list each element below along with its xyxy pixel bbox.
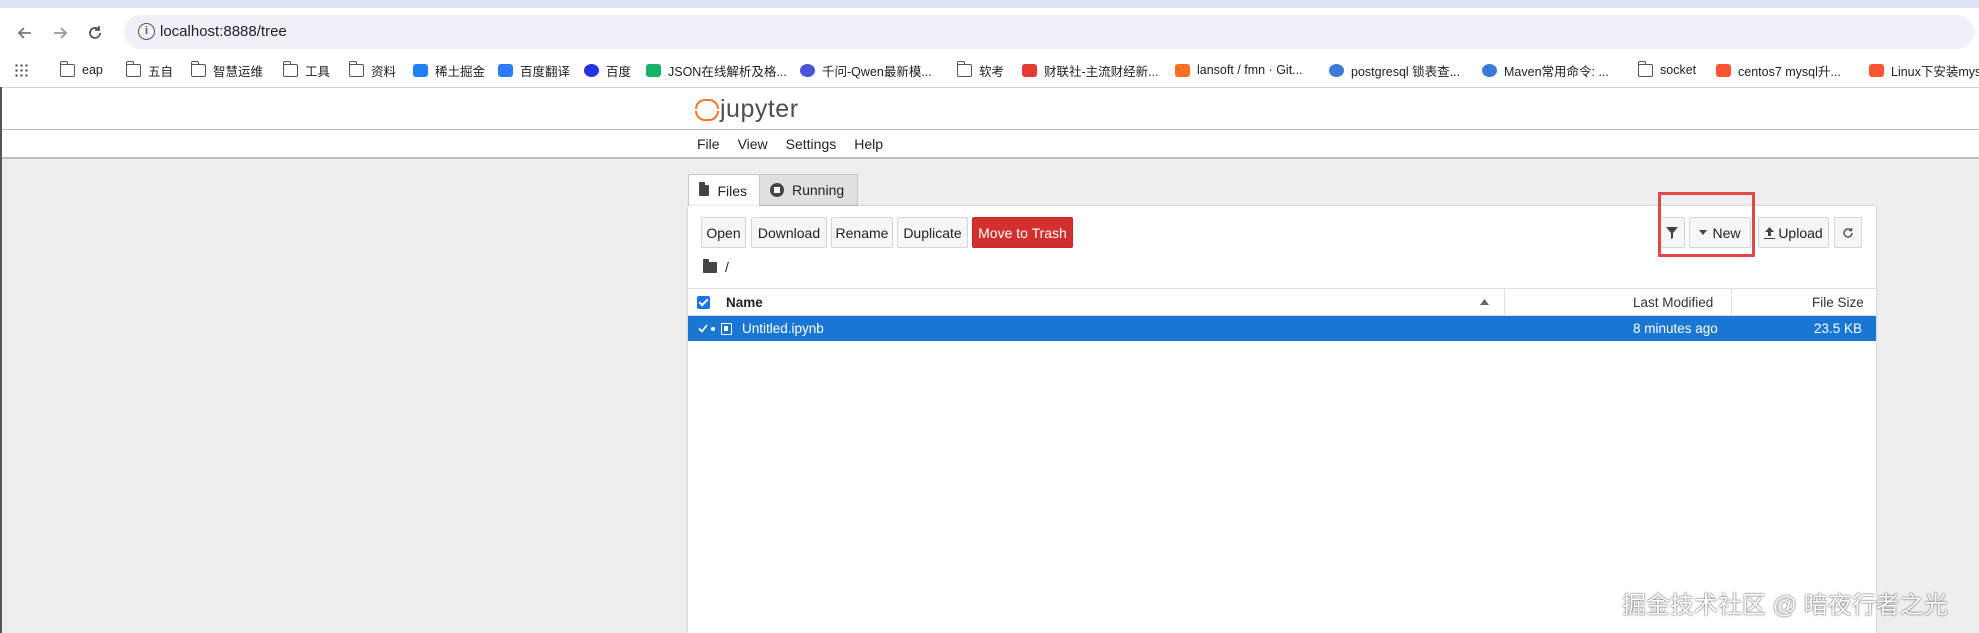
window-left-edge [0,87,2,633]
folder-icon [956,60,972,77]
cailianshe-icon [1022,63,1037,77]
table-row[interactable]: Untitled.ipynb 8 minutes ago 23.5 KB [688,316,1876,341]
file-list-header: Name Last Modified File Size [688,288,1876,316]
bookmark-maven[interactable]: Maven常用命令: ... [1482,59,1609,81]
folder-icon [190,60,206,77]
tab-running[interactable]: Running [760,174,858,206]
apps-button[interactable] [14,59,35,81]
stop-circle-icon [770,183,784,197]
folder-icon [282,60,298,77]
bookmark-baidu-translate[interactable]: 百度翻译 [498,59,570,81]
running-indicator-icon [711,316,715,341]
browser-top-strip [0,0,1979,8]
bookmark-ruankao[interactable]: 软考 [956,59,1004,81]
bookmarks-bar: eap 五自 智慧运维 工具 资料 稀土掘金 百度翻译 百度 JSON在线解析及… [0,53,1979,87]
menu-bar: File View Settings Help [688,132,892,156]
folder-icon [348,60,364,77]
bookmark-juejin[interactable]: 稀土掘金 [413,59,485,81]
bookmark-centos-mysql[interactable]: centos7 mysql升... [1716,59,1841,81]
bookmark-json[interactable]: JSON在线解析及格... [646,59,787,81]
move-to-trash-button[interactable]: Move to Trash [972,217,1073,248]
menu-divider [0,129,1979,130]
refresh-button[interactable] [1834,217,1862,248]
juejin-icon [413,63,428,77]
column-divider [1731,289,1732,315]
page-top-divider [0,87,1979,88]
file-size: 23.5 KB [1814,321,1863,336]
csdn-icon [1716,63,1731,77]
checkbox-checked-icon [697,295,710,309]
folder-icon [59,60,75,77]
watermark: 掘金技术社区 @ 暗夜行者之光 [1622,592,1948,619]
web-icon [1329,63,1344,77]
forward-button[interactable] [45,18,75,48]
bookmark-ziliao[interactable]: 资料 [348,59,396,81]
breadcrumb-path[interactable]: / [725,259,729,275]
apps-grid-icon [14,63,28,77]
sort-ascending-icon[interactable] [1480,299,1489,305]
column-file-size-header[interactable]: File Size [1812,289,1864,315]
reload-button[interactable] [80,18,110,48]
baidu-icon [584,63,599,77]
qwen-icon [800,63,815,77]
web-icon [1482,63,1497,77]
file-last-modified: 8 minutes ago [1633,321,1718,336]
column-divider [1504,289,1505,315]
bookmark-qwen[interactable]: 千问-Qwen最新模... [800,59,932,81]
info-icon[interactable]: i [138,23,155,40]
upload-button[interactable]: Upload [1758,217,1829,248]
back-button[interactable] [10,18,40,48]
bookmark-wuzi[interactable]: 五自 [125,59,173,81]
jupyter-logo[interactable]: jupyter [694,94,799,124]
arrow-right-icon [54,27,68,39]
bookmark-tools[interactable]: 工具 [282,59,330,81]
select-all-checkbox[interactable] [697,289,710,315]
reload-icon [89,26,101,39]
bookmark-socket[interactable]: socket [1637,59,1696,81]
folder-icon [125,60,141,77]
logo-text: jupyter [720,94,799,123]
refresh-icon [1843,227,1853,238]
url-field[interactable]: i localhost:8888/tree [124,15,1974,49]
menu-view[interactable]: View [729,132,777,156]
column-last-modified-header[interactable]: Last Modified [1633,289,1713,315]
bookmark-eap[interactable]: eap [59,59,103,81]
bookmark-baidu[interactable]: 百度 [584,59,631,81]
bookmark-zhihui[interactable]: 智慧运维 [190,59,263,81]
home-folder-icon[interactable] [703,258,717,273]
bookmark-cailianshe[interactable]: 财联社-主流财经新... [1022,59,1159,81]
open-button[interactable]: Open [701,217,746,248]
menu-help[interactable]: Help [845,132,892,156]
csdn-icon [1869,63,1884,77]
download-button[interactable]: Download [751,217,827,248]
url-text: localhost:8888/tree [160,23,287,40]
rename-button[interactable]: Rename [831,217,893,248]
breadcrumb: / [703,258,729,276]
upload-icon [1764,226,1776,239]
bookmark-postgresql[interactable]: postgresql 锁表查... [1329,59,1460,81]
bookmark-linux-mysql[interactable]: Linux下安装mys [1869,59,1979,81]
annotation-highlight [1658,192,1755,257]
tab-files[interactable]: Files [688,174,760,206]
notebook-icon [721,316,732,341]
duplicate-button[interactable]: Duplicate [897,217,968,248]
arrow-left-icon [17,27,31,39]
jupyter-logo-icon [694,97,719,121]
baidu-translate-icon [498,63,513,77]
json-icon [646,63,661,77]
folder-icon [699,182,710,196]
menu-file[interactable]: File [688,132,729,156]
bookmark-gitlab[interactable]: lansoft / fmn · Git... [1175,59,1303,81]
file-name[interactable]: Untitled.ipynb [742,316,824,341]
gitlab-icon [1175,63,1190,77]
file-browser-panel [688,206,1876,633]
menu-settings[interactable]: Settings [777,132,846,156]
folder-icon [1637,60,1653,77]
row-check-icon[interactable] [698,316,708,341]
address-bar-row: i localhost:8888/tree [0,8,1979,53]
column-name-header[interactable]: Name [726,289,763,315]
